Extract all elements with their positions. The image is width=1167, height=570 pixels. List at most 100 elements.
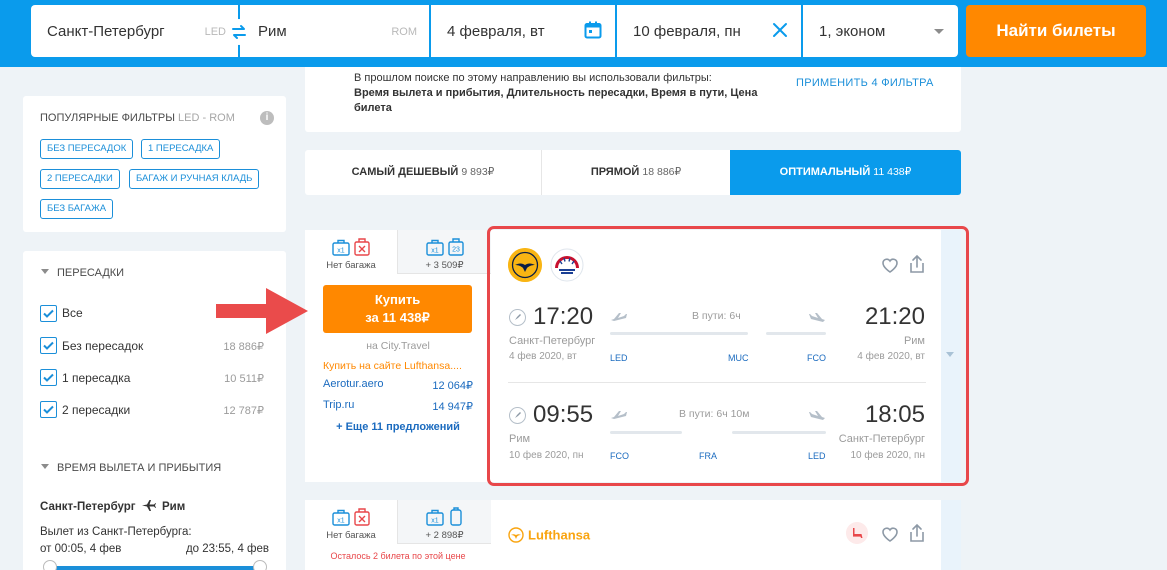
tab-optimal[interactable]: ОПТИМАЛЬНЫЙ 11 438₽	[730, 150, 961, 195]
swap-cities-button[interactable]	[226, 19, 252, 45]
destination-code: ROM	[391, 26, 417, 38]
popular-filters-route: LED - ROM	[178, 112, 235, 124]
depart-range-from: от 00:05, 4 фев	[40, 543, 122, 555]
flight-divider	[508, 382, 926, 383]
transfer-option-label: 1 пересадка	[62, 371, 131, 385]
close-icon[interactable]	[771, 21, 789, 39]
expand-ticket-strip[interactable]	[941, 230, 961, 482]
sort-tabs: САМЫЙ ДЕШЕВЫЙ 9 893₽ ПРЯМОЙ 18 886₽ ОПТИ…	[305, 150, 961, 195]
transfer-option-label: Все	[62, 306, 83, 320]
outbound-departure-time: 17:20	[533, 303, 594, 330]
check-icon	[43, 373, 54, 382]
bag-icons: x1	[305, 237, 397, 257]
checkbox-2-stops[interactable]	[40, 401, 57, 418]
search-bar: Санкт-Петербург LED Рим ROM 4 февраля, в…	[0, 0, 1167, 67]
plane-icon	[141, 500, 156, 511]
heart-icon[interactable]	[880, 524, 900, 544]
notice-text: В прошлом поиске по этому направлению вы…	[354, 72, 758, 114]
agent-price[interactable]: 12 064₽	[432, 379, 473, 392]
transfer-option-price: 12 787₽	[223, 405, 264, 417]
return-date: 10 февраля, пн	[633, 23, 741, 40]
airport-code: LED	[610, 353, 628, 363]
depart-range-to: до 23:55, 4 фев	[185, 543, 269, 555]
airport-code: FCO	[807, 353, 826, 363]
bag-count: x1	[337, 518, 345, 525]
buy-button[interactable]: Купить за 11 438₽	[323, 285, 472, 333]
destination-field[interactable]: Рим ROM	[240, 5, 429, 57]
more-offers-link[interactable]: + Еще 11 предложений	[305, 421, 491, 433]
share-icon[interactable]	[907, 523, 927, 543]
no-baggage-icon	[354, 508, 370, 526]
info-icon[interactable]: i	[260, 111, 274, 125]
filter-chip-2-stops[interactable]: 2 пересадки	[40, 169, 120, 189]
transfer-option-price: 18 886₽	[223, 341, 264, 353]
bag-count: x1	[337, 248, 345, 255]
return-departure-time: 09:55	[533, 401, 594, 428]
airport-code: FCO	[610, 451, 629, 461]
filter-chip-baggage[interactable]: Багаж и ручная кладь	[129, 169, 260, 189]
transfer-option-label: 2 пересадки	[62, 403, 131, 417]
no-baggage-icon	[354, 238, 370, 256]
expand-ticket-strip[interactable]	[941, 500, 961, 570]
return-date-field[interactable]: 10 февраля, пн	[617, 5, 801, 57]
pin-icon[interactable]	[509, 407, 526, 424]
transfers-header[interactable]: Пересадки	[41, 267, 124, 279]
filter-chip-no-baggage[interactable]: Без багажа	[40, 199, 114, 219]
return-arrival-city: Санкт-Петербург	[838, 433, 925, 445]
chevron-down-icon	[41, 464, 49, 469]
chevron-down-icon	[41, 269, 49, 274]
checkbox-all[interactable]	[40, 305, 57, 322]
find-tickets-button[interactable]: Найти билеты	[966, 5, 1146, 57]
baggage-option-none[interactable]: x1 Нет багажа	[305, 230, 397, 274]
checkbox-1-stop[interactable]	[40, 369, 57, 386]
takeoff-icon	[611, 313, 627, 321]
flight-segment-bar	[732, 431, 826, 434]
airport-code: MUC	[728, 353, 749, 363]
landing-icon	[809, 411, 825, 420]
arrow-right-icon	[216, 288, 308, 334]
outbound-arrival-time: 21:20	[864, 303, 925, 330]
tab-direct[interactable]: ПРЯМОЙ 18 886₽	[542, 150, 730, 195]
agent-price[interactable]: 14 947₽	[432, 400, 473, 413]
bag-icons: x1	[305, 507, 397, 527]
outbound-departure-city: Санкт-Петербург	[509, 335, 596, 347]
seat-icon[interactable]	[846, 522, 868, 544]
times-direction: Санкт-Петербург Рим	[40, 500, 186, 513]
times-header[interactable]: Время вылета и прибытия	[41, 462, 221, 474]
slider-handle-end[interactable]	[253, 560, 267, 570]
bag-count: x1	[431, 248, 439, 255]
destination-city: Рим	[258, 23, 287, 40]
popular-filters-title: Популярные фильтры LED - ROM	[40, 112, 235, 124]
filter-chip-nonstop[interactable]: Без пересадок	[40, 139, 134, 159]
apply-filters-link[interactable]: ПРИМЕНИТЬ 4 ФИЛЬТРА	[796, 77, 934, 89]
return-arrival-time: 18:05	[864, 401, 925, 428]
airport-code: FRA	[699, 451, 717, 461]
share-icon[interactable]	[907, 254, 927, 274]
bag-icons: x1	[398, 507, 491, 527]
lufthansa-logo-icon: Lufthansa	[508, 527, 591, 543]
depart-date-field[interactable]: 4 февраля, вт	[431, 5, 615, 57]
bag-label: Нет багажа	[326, 260, 376, 271]
airline-site-link[interactable]: Купить на сайте Lufthansa....	[323, 360, 476, 372]
tab-cheapest[interactable]: САМЫЙ ДЕШЕВЫЙ 9 893₽	[305, 150, 541, 195]
pin-icon[interactable]	[509, 309, 526, 326]
time-range-slider[interactable]	[50, 566, 260, 570]
filter-chip-1-stop[interactable]: 1 пересадка	[141, 139, 221, 159]
slider-handle-start[interactable]	[43, 560, 57, 570]
bag-count: x1	[431, 518, 439, 525]
lufthansa-logo-icon	[508, 248, 542, 282]
agent-link[interactable]: Aerotur.aero	[323, 378, 384, 390]
hand-luggage-icon: x1	[426, 509, 444, 526]
agent-link[interactable]: Trip.ru	[323, 399, 354, 411]
takeoff-icon	[611, 411, 627, 419]
calendar-icon[interactable]	[584, 21, 602, 39]
seats-left-warning: Осталось 2 билета по этой цене	[330, 551, 466, 561]
checkbox-nonstop[interactable]	[40, 337, 57, 354]
origin-field[interactable]: Санкт-Петербург LED	[31, 5, 238, 57]
flight-segment-bar	[766, 332, 826, 335]
baggage-option-included[interactable]: x1 23 + 3 509₽	[397, 230, 491, 274]
passengers-field[interactable]: 1, эконом	[803, 5, 958, 57]
heart-icon[interactable]	[880, 255, 900, 275]
baggage-option-none[interactable]: x1 Нет багажа	[305, 500, 397, 544]
baggage-option-included[interactable]: x1 + 2 898₽	[397, 500, 491, 544]
